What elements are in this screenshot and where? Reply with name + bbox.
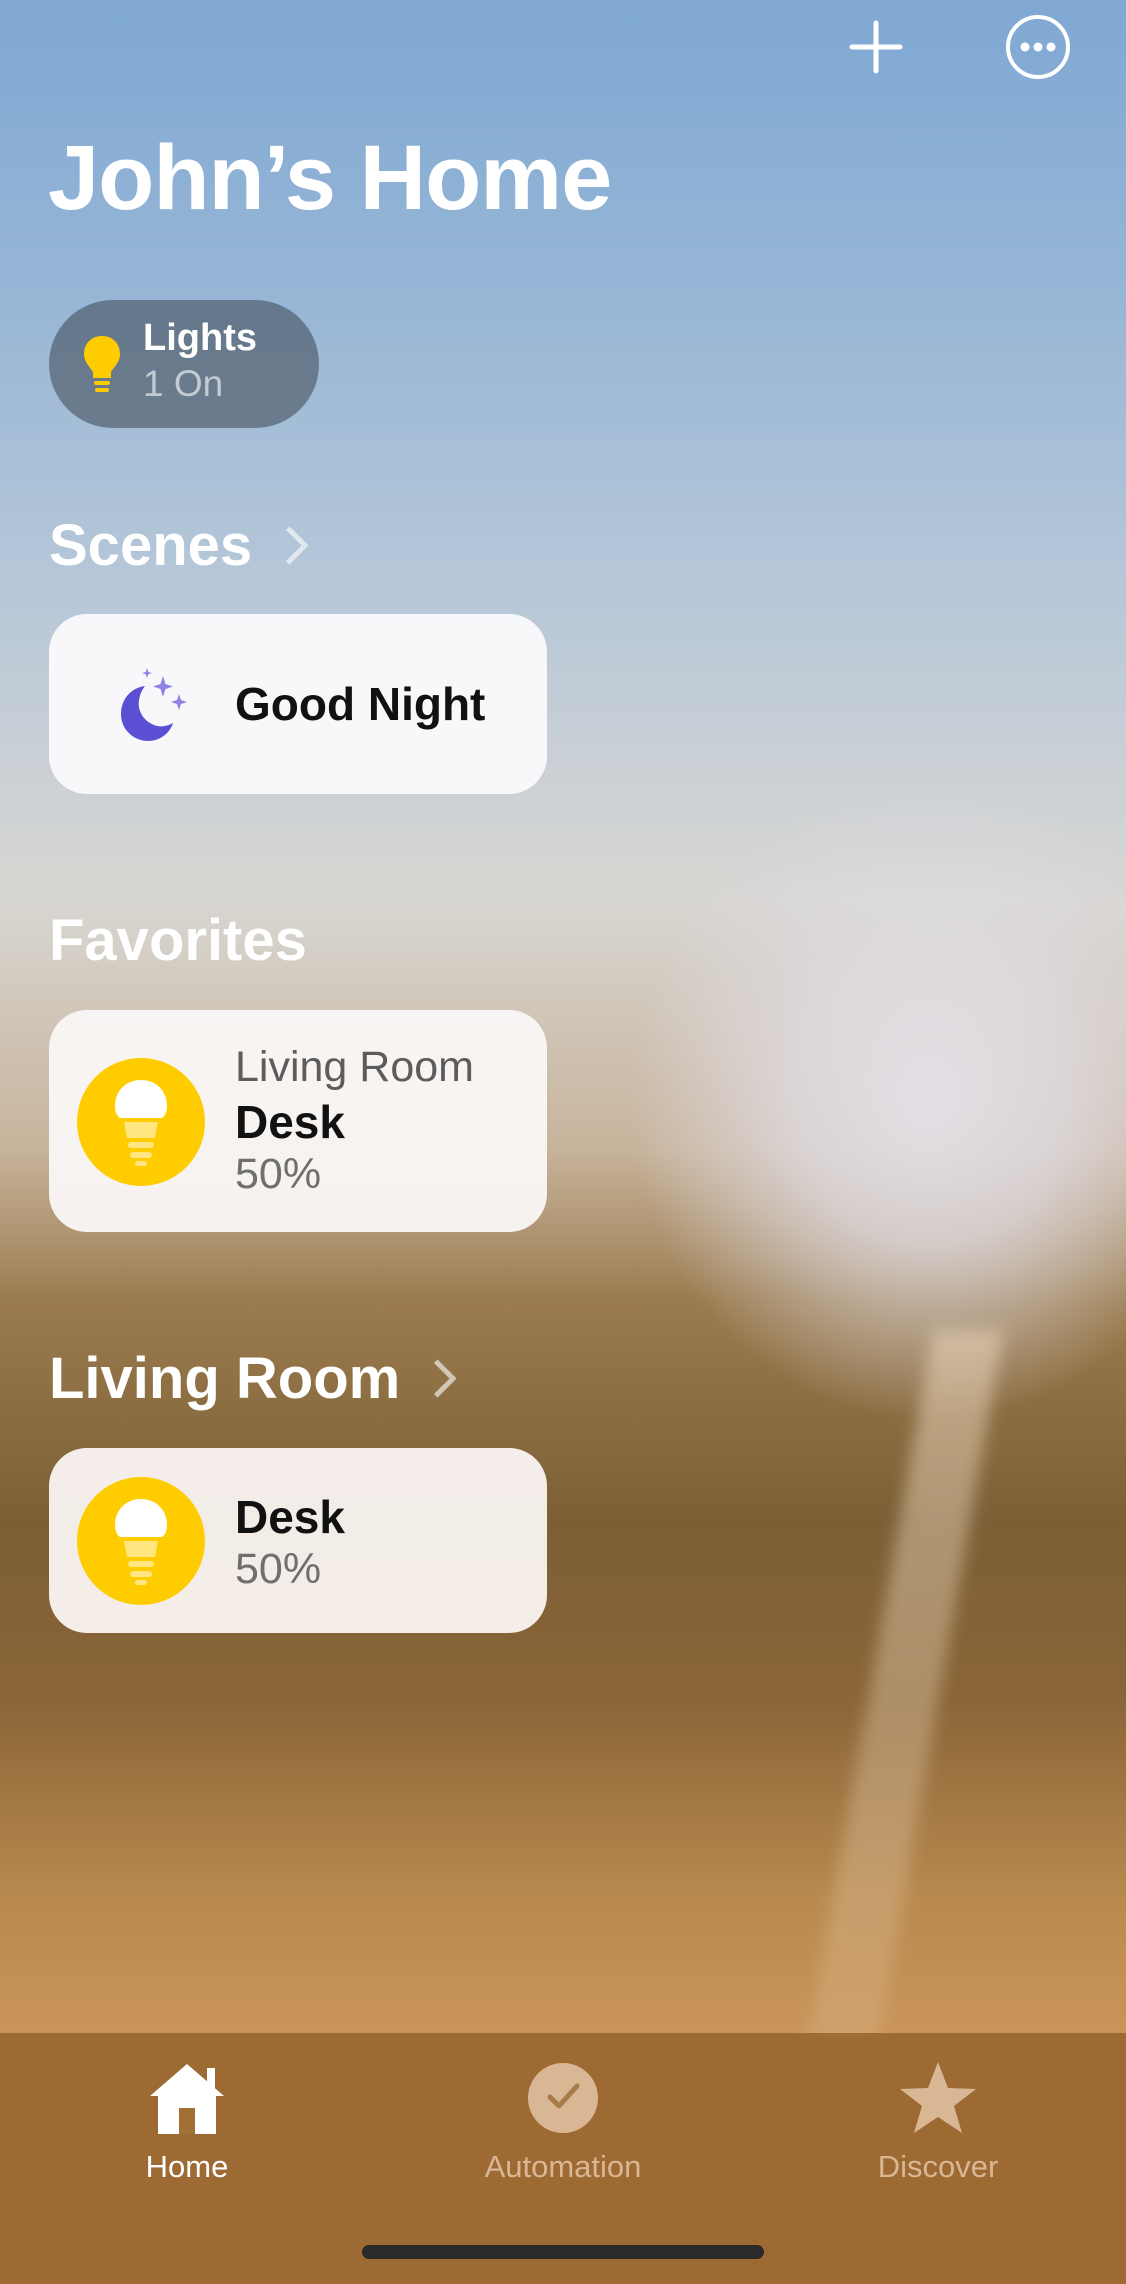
lightbulb-icon: [84, 336, 120, 392]
tab-discover[interactable]: Discover: [838, 2053, 1038, 2185]
accessory-room: Living Room: [235, 1043, 474, 1091]
lightbulb-icon: [115, 1080, 167, 1166]
clock-check-icon: [528, 2063, 598, 2133]
plus-icon: [849, 20, 903, 74]
living-room-heading: Living Room: [49, 1346, 401, 1411]
lightbulb-icon: [115, 1499, 167, 1585]
favorites-section-header: Favorites: [49, 907, 307, 974]
moon-stars-icon: [121, 668, 187, 741]
scene-name: Good Night: [235, 678, 486, 730]
pill-label: Lights: [143, 317, 257, 359]
more-button[interactable]: [1003, 15, 1073, 79]
favorites-heading: Favorites: [49, 908, 307, 973]
accessory-value: 50%: [235, 1545, 322, 1593]
home-indicator: [362, 2245, 764, 2259]
star-icon: [900, 2062, 976, 2133]
room-tile-desk[interactable]: Desk 50%: [49, 1448, 547, 1633]
tab-home[interactable]: Home: [87, 2053, 287, 2185]
living-room-section-header[interactable]: Living Room: [49, 1345, 457, 1412]
tab-home-label: Home: [145, 2149, 229, 2184]
lights-status-pill[interactable]: Lights 1 On: [49, 300, 319, 428]
add-button[interactable]: [841, 15, 911, 79]
house-icon: [150, 2064, 224, 2134]
accessory-name: Desk: [235, 1096, 345, 1148]
tab-discover-label: Discover: [877, 2149, 999, 2184]
ellipsis-circle-icon: [1006, 15, 1070, 79]
pill-status: 1 On: [143, 363, 224, 404]
favorite-tile-desk[interactable]: Living Room Desk 50%: [49, 1010, 547, 1232]
tab-automation[interactable]: Automation: [463, 2053, 663, 2185]
scenes-heading: Scenes: [49, 513, 253, 578]
scene-tile-good-night[interactable]: Good Night: [49, 614, 547, 794]
accessory-icon-button[interactable]: [77, 1477, 205, 1605]
chevron-right-icon: [418, 1359, 457, 1398]
accessory-icon-button[interactable]: [77, 1058, 205, 1186]
tab-automation-label: Automation: [484, 2149, 642, 2184]
scenes-section-header[interactable]: Scenes: [49, 512, 309, 579]
accessory-value: 50%: [235, 1150, 322, 1198]
chevron-right-icon: [270, 526, 309, 565]
home-title: John’s Home: [48, 127, 612, 229]
accessory-name: Desk: [235, 1491, 345, 1543]
